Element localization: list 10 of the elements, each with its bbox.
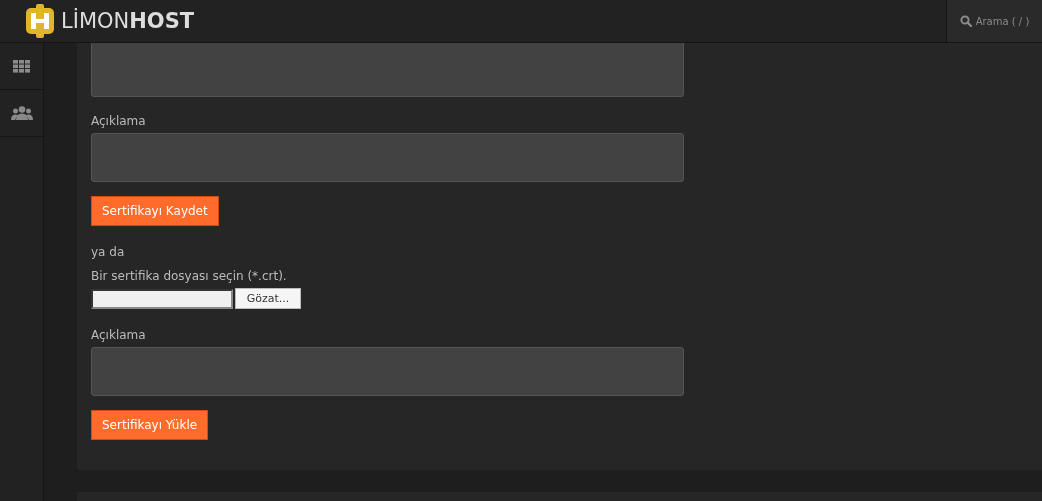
field-label: Açıklama	[91, 327, 146, 343]
field-label: Açıklama	[91, 113, 146, 129]
submit-button[interactable]: Sertifikayı Kaydet	[91, 196, 219, 226]
search-button[interactable]: Arama ( / )	[946, 0, 1042, 42]
logo[interactable]: LİMONHOST	[25, 4, 195, 38]
browse-button[interactable]: Gözat...	[235, 288, 301, 309]
field-label: Bir sertifika dosyası seçin (*.crt).	[91, 268, 287, 284]
separator-text: ya da	[91, 244, 125, 260]
logo-text: LİMONHOST	[61, 9, 195, 33]
submit-button[interactable]: Sertifikayı Yükle	[91, 410, 209, 440]
